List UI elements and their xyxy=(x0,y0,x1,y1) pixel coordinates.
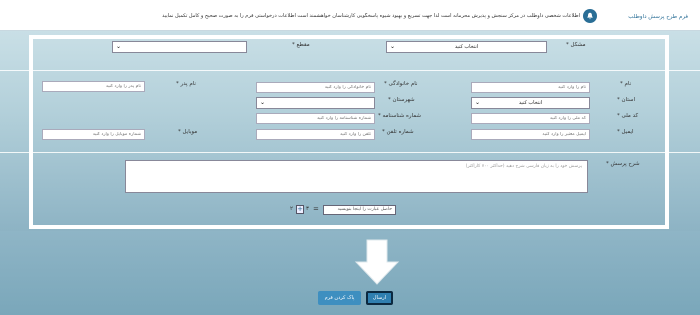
mobile-input[interactable] xyxy=(42,129,145,140)
city-label: * شهرستان xyxy=(388,97,415,103)
province-select[interactable]: ⌄ انتخاب کنید xyxy=(471,97,590,109)
clear-form-button[interactable]: پاک کردن فرم xyxy=(318,291,361,305)
id-number-input[interactable] xyxy=(256,113,375,124)
phone-input[interactable] xyxy=(256,129,375,140)
header-bar: فرم طرح پرسش داوطلب اطلاعات شخصی داوطلب … xyxy=(0,0,700,31)
down-arrow-icon xyxy=(354,239,400,285)
level-label: * مقطع xyxy=(292,42,310,48)
phone-label: * شماره تلفن xyxy=(382,129,414,135)
father-name-label: * نام پدر xyxy=(176,81,196,87)
captcha-input[interactable]: حاصل عبارت را اینجا بنویسید xyxy=(323,205,396,215)
chevron-down-icon: ⌄ xyxy=(475,99,481,106)
last-name-label: * نام خانوادگی xyxy=(384,81,418,87)
email-input[interactable] xyxy=(471,129,590,140)
submit-button[interactable]: ارسال xyxy=(366,291,393,305)
bell-icon xyxy=(583,9,597,23)
national-code-input[interactable] xyxy=(471,113,590,124)
question-textarea[interactable]: پرسش خود را به زبان فارسی شرح دهید (حداک… xyxy=(125,160,588,193)
chevron-down-icon: ⌄ xyxy=(260,99,266,106)
notice-text: اطلاعات شخصی داوطلب در مرکز سنجش و پذیرش… xyxy=(162,13,580,19)
national-code-label: * کد ملی xyxy=(617,113,639,119)
captcha-operand: ۳ xyxy=(306,206,309,212)
father-name-input[interactable] xyxy=(42,81,145,92)
first-name-input[interactable] xyxy=(471,82,590,93)
form-title: فرم طرح پرسش داوطلب xyxy=(628,14,688,20)
level-select[interactable]: ⌄ xyxy=(112,41,247,53)
equals-sign: = xyxy=(313,205,319,213)
first-name-label: * نام xyxy=(620,81,632,87)
problem-label: * مشکل xyxy=(566,42,586,48)
question-label: * شرح پرسش xyxy=(606,161,640,167)
chevron-down-icon: ⌄ xyxy=(390,43,396,50)
city-select[interactable]: ⌄ xyxy=(256,97,375,109)
id-number-label: * شماره شناسنامه xyxy=(378,113,422,119)
province-label: * استان xyxy=(617,97,636,103)
email-label: * ایمیل xyxy=(617,129,634,135)
plus-icon: + xyxy=(296,205,304,214)
mobile-label: * موبایل xyxy=(178,129,198,135)
captcha-operand: ۲ xyxy=(290,206,293,212)
problem-select[interactable]: ⌄ انتخاب کنید xyxy=(386,41,547,53)
chevron-down-icon: ⌄ xyxy=(116,43,122,50)
last-name-input[interactable] xyxy=(256,82,375,93)
